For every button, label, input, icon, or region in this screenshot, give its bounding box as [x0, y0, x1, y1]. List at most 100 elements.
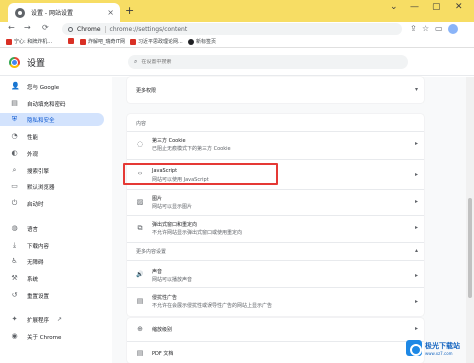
sidebar-item-privacy[interactable]: ⛨ 隐私和安全	[0, 113, 104, 126]
content-row-popups[interactable]: ⧉ 弹出式窗口和重定向 不允许网站显示弹出式窗口或使用重定向 ▸	[127, 216, 424, 241]
sidebar-item-search-engine[interactable]: ⌕ 搜索引擎	[0, 164, 104, 177]
row-title: 侵扰性广告	[152, 295, 178, 301]
sidebar-item-reset[interactable]: ↺ 重置设置	[0, 289, 104, 302]
chevron-right-icon: ▸	[414, 298, 418, 305]
bookmark-label: 习近平思政理论网...	[138, 39, 183, 45]
chevron-right-icon: ▸	[414, 224, 418, 231]
toolbar: ← → ⟳ Chrome chrome://settings/content ⇪…	[0, 22, 474, 36]
sidebar-item-accessibility[interactable]: ♿ 无障碍	[0, 255, 104, 268]
close-icon[interactable]: ×	[107, 8, 114, 17]
window-close-button[interactable]: ✕	[455, 2, 463, 12]
wrench-icon: ⚒	[11, 274, 18, 282]
sidebar-item-on-startup[interactable]: ⏻ 启动时	[0, 197, 104, 210]
search-input[interactable]	[141, 59, 382, 65]
minimize-button[interactable]: —	[410, 2, 419, 12]
sidebar-item-appearance[interactable]: ◐ 外观	[0, 147, 104, 160]
bookmark-favicon-icon	[68, 38, 74, 44]
sidebar-item-label: 隐私和安全	[27, 117, 55, 124]
bookmark-favicon-icon	[6, 38, 12, 45]
section-label: 内容	[136, 121, 147, 127]
content-row-third-party-cookies[interactable]: ◌ 第三方 Cookie 已阻止无痕模式下的第三方 Cookie ▸	[127, 132, 424, 157]
bookmarks-bar: 宁心: 和牌炸机... 炸解吧_瑞奇IT网 习近平思政理论网... 新标签页	[0, 36, 474, 48]
reload-button[interactable]: ⟳	[42, 23, 49, 32]
sidebar-item-label: 语言	[27, 226, 39, 233]
tab-search-icon[interactable]: ⌄	[390, 2, 398, 12]
row-title: 声音	[152, 269, 163, 275]
row-title: 缩放级别	[152, 327, 173, 333]
sidebar-item-label: 扩展程序	[27, 317, 50, 324]
row-title: 图片	[152, 196, 163, 202]
watermark: 极光下载站 www.xz7.com	[406, 337, 468, 359]
content-row-zoom-levels[interactable]: ⊕ 缩放级别 ▸	[127, 318, 424, 340]
chrome-logo-icon	[9, 57, 20, 68]
more-permissions-row[interactable]: 更多权限 ▾	[127, 77, 424, 103]
bookmark-item[interactable]: 习近平思政理论网...	[130, 38, 183, 45]
content-card: 内容 ◌ 第三方 Cookie 已阻止无痕模式下的第三方 Cookie ▸ ‹›…	[127, 114, 424, 316]
row-subtitle: 已阻止无痕模式下的第三方 Cookie	[152, 146, 231, 152]
sidebar-item-label: 外观	[27, 151, 39, 158]
content-row-images[interactable]: ▨ 图片 网站可以显示图片 ▸	[127, 190, 424, 215]
omnibox-chip: Chrome	[77, 25, 106, 33]
row-subtitle: 网站可以播放声音	[152, 277, 193, 283]
sidebar-item-default-browser[interactable]: ▭ 默认浏览器	[0, 180, 104, 193]
highlight-box	[123, 163, 278, 185]
sidebar-item-label: 重置设置	[27, 293, 50, 300]
bookmark-item[interactable]	[68, 38, 76, 44]
settings-header: 设置 ⌕	[0, 48, 474, 76]
sidebar-item-label: 搜索引擎	[27, 168, 50, 175]
sidebar-item-languages[interactable]: ◍ 语言	[0, 222, 104, 235]
star-icon[interactable]: ☆	[422, 24, 429, 33]
gear-icon	[15, 7, 25, 18]
site-info-icon[interactable]	[68, 26, 73, 32]
bookmark-item[interactable]: 宁心: 和牌炸机...	[6, 38, 52, 45]
settings-search[interactable]: ⌕	[128, 55, 408, 69]
new-tab-button[interactable]: +	[125, 4, 134, 17]
chevron-right-icon: ▸	[414, 325, 418, 332]
row-title: 更多内容设置	[136, 249, 167, 255]
sidebar-item-about-chrome[interactable]: ◉ 关于 Chrome	[0, 330, 104, 343]
forward-button[interactable]: →	[24, 23, 31, 32]
watermark-url: www.xz7.com	[425, 350, 453, 356]
bookmark-favicon-icon	[130, 38, 136, 45]
sidebar-item-label: 自动填充和密码	[27, 101, 66, 108]
maximize-button[interactable]: ▢	[432, 2, 441, 12]
sidebar-item-system[interactable]: ⚒ 系统	[0, 272, 104, 285]
tab-settings[interactable]: 设置 - 网站设置 ×	[8, 3, 120, 22]
sidebar-item-autofill[interactable]: ▤ 自动填充和密码	[0, 97, 104, 110]
bookmark-item[interactable]: 新标签页	[188, 38, 216, 45]
content-row-intrusive-ads[interactable]: ▤ 侵扰性广告 不允许在会展示侵扰性或误导性广告的网站上显示广告 ▸	[127, 290, 424, 314]
chevron-right-icon: ▸	[414, 140, 418, 147]
watermark-title: 极光下载站	[425, 341, 460, 350]
bookmark-label: 新标签页	[196, 39, 217, 45]
back-button[interactable]: ←	[8, 23, 15, 32]
side-panel-icon[interactable]: ▭	[435, 24, 443, 33]
sidebar-item-downloads[interactable]: ⤓ 下载内容	[0, 239, 104, 252]
scrollbar-thumb[interactable]	[468, 198, 472, 298]
sidebar-item-label: 下载内容	[27, 243, 50, 250]
sidebar-item-performance[interactable]: ◔ 性能	[0, 130, 104, 143]
globe-icon: ◍	[11, 224, 18, 232]
volume-icon: 🔊	[136, 271, 144, 278]
image-icon: ▨	[136, 198, 144, 206]
avatar[interactable]	[448, 24, 458, 34]
address-bar[interactable]: Chrome chrome://settings/content	[62, 23, 402, 35]
sidebar-item-you-and-google[interactable]: 👤 您与 Google	[0, 80, 104, 93]
content-row-pdf[interactable]: ▤ PDF 文档	[127, 342, 424, 363]
palette-icon: ◐	[11, 149, 18, 157]
content-row-sound[interactable]: 🔊 声音 网站可以播放声音 ▸	[127, 264, 424, 288]
sidebar-item-extensions[interactable]: ✦ 扩展程序 ↗	[0, 313, 104, 326]
sidebar-item-label: 您与 Google	[27, 84, 60, 91]
more-content-settings-row[interactable]: 更多内容设置 ▴	[127, 243, 424, 259]
divider	[127, 159, 424, 160]
person-icon: 👤	[11, 82, 20, 90]
share-icon[interactable]: ⇪	[410, 24, 417, 33]
search-icon: ⌕	[12, 166, 17, 174]
bookmark-item[interactable]: 炸解吧_瑞奇IT网	[80, 38, 125, 45]
chevron-right-icon: ▸	[414, 272, 418, 279]
row-subtitle: 不允许在会展示侵扰性或误导性广告的网站上显示广告	[152, 303, 273, 309]
row-subtitle: 不允许网站显示弹出式窗口或使用重定向	[152, 230, 243, 236]
chevron-up-icon: ▴	[414, 247, 418, 254]
reset-icon: ↺	[11, 291, 18, 299]
external-link-icon: ↗	[57, 316, 63, 323]
url-text[interactable]: chrome://settings/content	[110, 26, 188, 33]
